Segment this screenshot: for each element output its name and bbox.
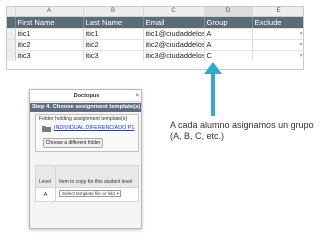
caption-text: A cada alumno asignamos un grupo (A, B, … bbox=[170, 120, 314, 141]
